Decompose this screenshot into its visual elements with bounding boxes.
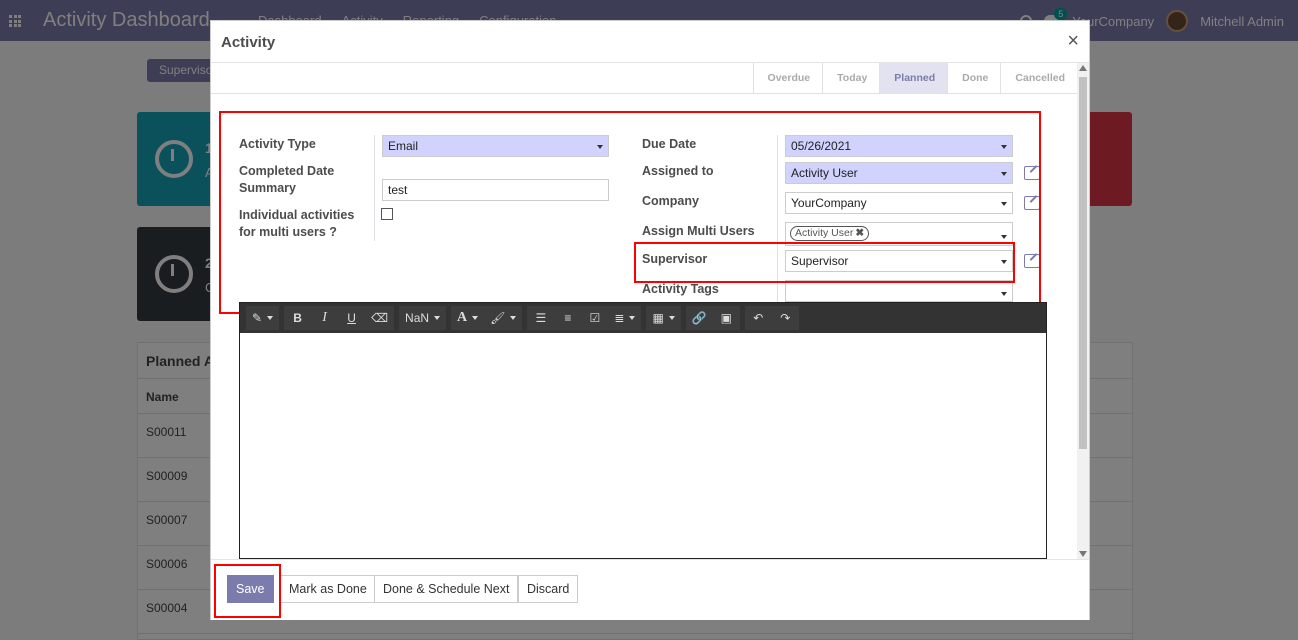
due-date-label: Due Date [642, 137, 697, 151]
insert-group: 🔗 ▣ [685, 306, 740, 330]
table-group: ▦ [646, 306, 681, 330]
editor-content-area[interactable] [240, 333, 1046, 558]
done-schedule-next-button[interactable]: Done & Schedule Next [374, 575, 519, 603]
chevron-down-icon [1001, 202, 1007, 206]
save-button[interactable]: Save [227, 575, 274, 603]
mark-as-done-button[interactable]: Mark as Done [280, 575, 376, 603]
font-size-value: NaN [405, 311, 430, 325]
user-tag-label: Activity User [795, 227, 854, 239]
scrollbar-thumb[interactable] [1079, 77, 1087, 449]
user-tag[interactable]: Activity User ✖ [790, 226, 870, 241]
due-date-value: 05/26/2021 [791, 139, 852, 153]
bold-button[interactable]: B [284, 306, 311, 330]
font-group: B I U ⌫ [284, 306, 395, 330]
activity-tags-select[interactable] [785, 280, 1013, 302]
activity-type-select[interactable]: Email [382, 135, 609, 157]
external-link-icon[interactable] [1024, 166, 1040, 180]
chevron-down-icon [1001, 235, 1007, 239]
activity-tags-label: Activity Tags [642, 282, 719, 296]
scroll-up-arrow[interactable] [1079, 65, 1087, 71]
stage-done[interactable]: Done [948, 63, 1000, 94]
stage-cancelled[interactable]: Cancelled [1001, 63, 1077, 94]
supervisor-select[interactable]: Supervisor [785, 250, 1013, 272]
summary-label: Summary [239, 181, 296, 195]
chevron-down-icon [1001, 292, 1007, 296]
assigned-to-value: Activity User [791, 166, 858, 180]
scroll-down-arrow[interactable] [1079, 551, 1087, 557]
external-link-icon[interactable] [1024, 254, 1040, 268]
activity-dialog: Activity × Overdue Today Planned Done Ca… [210, 20, 1090, 620]
stage-today[interactable]: Today [823, 63, 879, 94]
paint-brush-icon[interactable]: 🖌 [484, 306, 522, 330]
image-icon[interactable]: ▣ [713, 306, 740, 330]
company-select[interactable]: YourCompany [785, 192, 1013, 214]
redo-icon[interactable]: ↷ [772, 306, 799, 330]
assign-multi-users-field[interactable]: Activity User ✖ [785, 222, 1013, 246]
editor-toolbar: ✎ B I U ⌫ NaN A 🖌 ☰ ≡ ☑ ≣ ▦ 🔗 ▣ ↶ ↷ [240, 303, 1046, 333]
dialog-body[interactable]: Overdue Today Planned Done Cancelled Act… [211, 63, 1091, 559]
link-icon[interactable]: 🔗 [686, 306, 713, 330]
summary-input[interactable]: test [382, 179, 609, 201]
label-divider [777, 135, 778, 307]
completed-date-label: Completed Date [239, 164, 335, 178]
text-color-button[interactable]: A [451, 306, 484, 330]
dialog-footer: Save Mark as Done Done & Schedule Next D… [211, 559, 1089, 620]
supervisor-value: Supervisor [791, 254, 849, 268]
dialog-header: Activity × [211, 21, 1089, 63]
individual-activities-checkbox[interactable] [381, 208, 393, 220]
font-size-group: NaN [399, 306, 447, 330]
close-icon[interactable]: × [1067, 30, 1079, 53]
supervisor-label: Supervisor [642, 252, 708, 266]
text-color-glyph: A [457, 310, 468, 325]
external-link-icon[interactable] [1024, 196, 1040, 210]
tag-remove-icon[interactable]: ✖ [855, 227, 864, 239]
underline-button[interactable]: U [338, 306, 365, 330]
font-size-dropdown[interactable]: NaN [399, 306, 446, 330]
checklist-icon[interactable]: ☑ [581, 306, 608, 330]
rich-text-editor: ✎ B I U ⌫ NaN A 🖌 ☰ ≡ ☑ ≣ ▦ 🔗 ▣ ↶ ↷ [239, 302, 1047, 559]
italic-button[interactable]: I [311, 306, 338, 330]
style-group: ✎ [246, 306, 280, 330]
individual-activities-label-2: for multi users ? [239, 225, 337, 239]
chevron-down-icon [1001, 172, 1007, 176]
label-divider [374, 135, 375, 241]
bullet-list-icon[interactable]: ☰ [527, 306, 554, 330]
numbered-list-icon[interactable]: ≡ [554, 306, 581, 330]
list-group: ☰ ≡ ☑ ≣ [527, 306, 642, 330]
stage-steps: Overdue Today Planned Done Cancelled [752, 63, 1077, 94]
chevron-down-icon [597, 145, 603, 149]
status-bar: Overdue Today Planned Done Cancelled [211, 63, 1077, 94]
scrollbar[interactable] [1077, 63, 1089, 559]
history-group: ↶ ↷ [744, 306, 799, 330]
color-group: A 🖌 [451, 306, 523, 330]
assigned-to-select[interactable]: Activity User [785, 162, 1013, 184]
due-date-field[interactable]: 05/26/2021 [785, 135, 1013, 157]
stage-overdue[interactable]: Overdue [754, 63, 823, 94]
company-value: YourCompany [791, 196, 867, 210]
dialog-title: Activity [221, 34, 276, 51]
chevron-down-icon [1001, 145, 1007, 149]
activity-type-value: Email [388, 139, 419, 153]
individual-activities-label: Individual activities [239, 208, 355, 222]
eraser-icon[interactable]: ⌫ [365, 306, 394, 330]
assigned-to-label: Assigned to [642, 164, 714, 178]
activity-type-label: Activity Type [239, 137, 316, 151]
magic-wand-icon[interactable]: ✎ [246, 306, 279, 330]
company-label: Company [642, 194, 699, 208]
undo-icon[interactable]: ↶ [745, 306, 772, 330]
stage-planned[interactable]: Planned [880, 63, 948, 94]
assign-multi-users-label: Assign Multi Users [642, 224, 755, 238]
table-icon[interactable]: ▦ [646, 306, 680, 330]
align-left-icon[interactable]: ≣ [608, 306, 641, 330]
chevron-down-icon [1001, 260, 1007, 264]
summary-value: test [388, 183, 408, 197]
discard-button[interactable]: Discard [518, 575, 579, 603]
